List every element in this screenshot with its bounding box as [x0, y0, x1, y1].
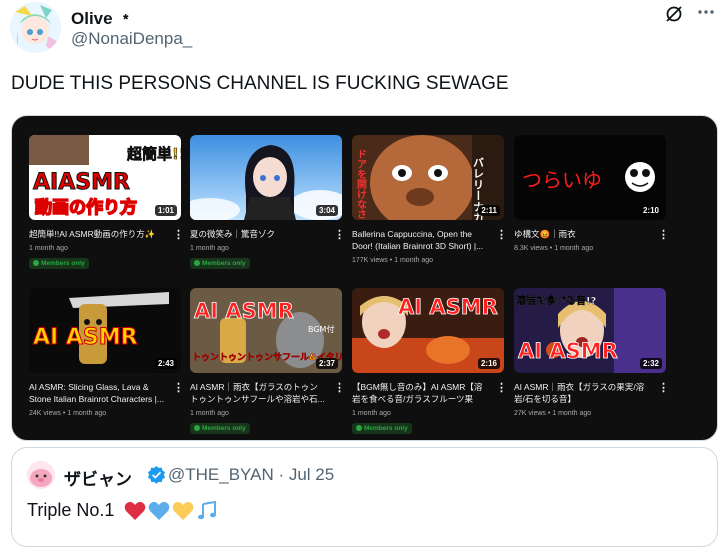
quoted-author-avatar[interactable]	[27, 461, 55, 489]
thumb-subtitle: ドアを開けなさい	[355, 149, 367, 220]
video-meta: 27K views • 1 month ago	[514, 410, 592, 417]
blue-heart-icon	[149, 501, 170, 520]
thumb-title: AI ASMR	[518, 339, 618, 363]
author-handle[interactable]: @NonaiDenpa_	[71, 29, 192, 49]
video-meta: 1 month ago	[190, 410, 229, 417]
video-thumbnail[interactable]: AI ASMR 2:43	[29, 288, 181, 373]
thumb-title: つらいゆ	[522, 168, 602, 192]
video-card[interactable]: AI ASMR 2:43 AI ASMR: Slicing Glass, Lav…	[29, 288, 184, 418]
thumb-tag: 超簡単!!	[126, 145, 181, 163]
video-duration: 2:32	[639, 358, 662, 369]
more-icon[interactable]	[696, 2, 716, 27]
video-title[interactable]: 【BGM無し音のみ】AI ASMR【溶岩を食べる音/ガラスフルーツ果実・...	[352, 381, 487, 405]
video-duration: 2:11	[478, 205, 500, 216]
thumb-title: AI ASMR	[194, 299, 294, 323]
quoted-handle-and-date[interactable]: @THE_BYAN · Jul 25	[168, 465, 334, 485]
verified-badge-icon	[147, 465, 166, 489]
video-card[interactable]: AI ASMR BGM付 トゥントゥントゥンサフール&イタリアンブレインロット …	[190, 288, 345, 436]
video-menu-button[interactable]: ⋮	[496, 381, 507, 394]
author-display-name[interactable]: Olive ﹡	[71, 4, 134, 29]
video-title[interactable]: 超簡単!!AI ASMR動画の作り方✨	[29, 228, 164, 240]
video-meta: 1 month ago	[190, 245, 229, 252]
video-title[interactable]: 夏の微笑み｜驚音ゾク	[190, 228, 325, 240]
video-meta: 177K views • 1 month ago	[352, 257, 434, 264]
thumb-title: AIASMR	[33, 170, 130, 195]
attached-image[interactable]: 超簡単!! AIASMR 動画の作り方 1:01 超簡単!!AI ASMR動画の…	[11, 115, 718, 441]
video-title[interactable]: AI ASMR｜雨衣【ガラスのトゥントゥントゥンサフールや溶岩や石...	[190, 381, 325, 405]
tweet-text: DUDE THIS PERSONS CHANNEL IS FUCKING SEW…	[11, 73, 509, 94]
video-thumbnail[interactable]: AI ASMR 溶岩を食べる音!? 2:32	[514, 288, 666, 373]
quoted-text: Triple No.1	[27, 500, 218, 521]
video-menu-button[interactable]: ⋮	[173, 228, 184, 241]
quoted-tweet[interactable]: ザビャン @THE_BYAN · Jul 25 Triple No.1	[11, 447, 718, 547]
members-icon	[33, 260, 39, 266]
thumb-tag: 溶岩を食べる音!?	[516, 294, 597, 307]
video-duration: 2:43	[154, 358, 177, 369]
video-menu-button[interactable]: ⋮	[334, 228, 345, 241]
video-meta: 8.3K views • 1 month ago	[514, 245, 594, 252]
video-thumbnail[interactable]: バレリーナカプチーナ ドアを開けなさい 2:11	[352, 135, 504, 220]
thumb-title: AI ASMR	[398, 295, 498, 319]
video-title[interactable]: ゆ構文😡｜雨衣	[514, 228, 649, 240]
author-avatar[interactable]	[10, 2, 61, 53]
video-title[interactable]: AI ASMR: Slicing Glass, Lava & Stone Ita…	[29, 381, 164, 405]
members-only-badge: Members only	[190, 422, 250, 434]
thumb-subtitle: 動画の作り方	[35, 197, 137, 218]
video-meta: 1 month ago	[29, 245, 68, 252]
yellow-heart-icon	[173, 501, 194, 520]
thumb-tag: BGM付	[308, 324, 334, 334]
video-card[interactable]: バレリーナカプチーナ ドアを開けなさい 2:11 Ballerina Cappu…	[352, 135, 507, 265]
video-title[interactable]: Ballerina Cappuccina, Open the Door! (It…	[352, 228, 487, 252]
members-only-badge: Members only	[352, 422, 412, 434]
video-menu-button[interactable]: ⋮	[334, 381, 345, 394]
video-meta: 24K views • 1 month ago	[29, 410, 107, 417]
members-only-badge: Members only	[190, 257, 250, 269]
video-menu-button[interactable]: ⋮	[496, 228, 507, 241]
video-card[interactable]: AI ASMR 2:16 【BGM無し音のみ】AI ASMR【溶岩を食べる音/ガ…	[352, 288, 507, 436]
thumb-title: AI ASMR	[33, 325, 138, 350]
video-thumbnail[interactable]: 3:04	[190, 135, 342, 220]
video-title[interactable]: AI ASMR｜雨衣【ガラスの果実/溶岩/石を切る音】	[514, 381, 649, 405]
video-thumbnail[interactable]: 超簡単!! AIASMR 動画の作り方 1:01	[29, 135, 181, 220]
video-duration: 2:37	[315, 358, 338, 369]
video-menu-button[interactable]: ⋮	[658, 381, 669, 394]
video-card[interactable]: 3:04 夏の微笑み｜驚音ゾク 1 month ago Members only…	[190, 135, 345, 271]
video-meta: 1 month ago	[352, 410, 391, 417]
video-card[interactable]: AI ASMR 溶岩を食べる音!? 2:32 AI ASMR｜雨衣【ガラスの果実…	[514, 288, 669, 418]
quoted-display-name[interactable]: ザビャン	[64, 465, 132, 490]
members-icon	[194, 425, 200, 431]
red-heart-icon	[125, 501, 146, 520]
members-only-badge: Members only	[29, 257, 89, 269]
video-thumbnail[interactable]: つらいゆ 2:10	[514, 135, 666, 220]
video-menu-button[interactable]: ⋮	[173, 381, 184, 394]
video-thumbnail[interactable]: AI ASMR 2:16	[352, 288, 504, 373]
members-icon	[194, 260, 200, 266]
quoted-text-body: Triple No.1	[27, 500, 115, 520]
video-duration: 3:04	[315, 205, 338, 216]
video-card[interactable]: つらいゆ 2:10 ゆ構文😡｜雨衣 8.3K views • 1 month a…	[514, 135, 669, 253]
video-card[interactable]: 超簡単!! AIASMR 動画の作り方 1:01 超簡単!!AI ASMR動画の…	[29, 135, 184, 271]
video-thumbnail[interactable]: AI ASMR BGM付 トゥントゥントゥンサフール&イタリアンブレインロット …	[190, 288, 342, 373]
musical-notes-icon	[198, 500, 217, 519]
grok-icon[interactable]	[664, 4, 684, 29]
video-duration: 2:10	[639, 205, 662, 216]
members-icon	[356, 425, 362, 431]
video-menu-button[interactable]: ⋮	[658, 228, 669, 241]
video-duration: 2:16	[477, 358, 500, 369]
video-duration: 1:01	[154, 205, 177, 216]
